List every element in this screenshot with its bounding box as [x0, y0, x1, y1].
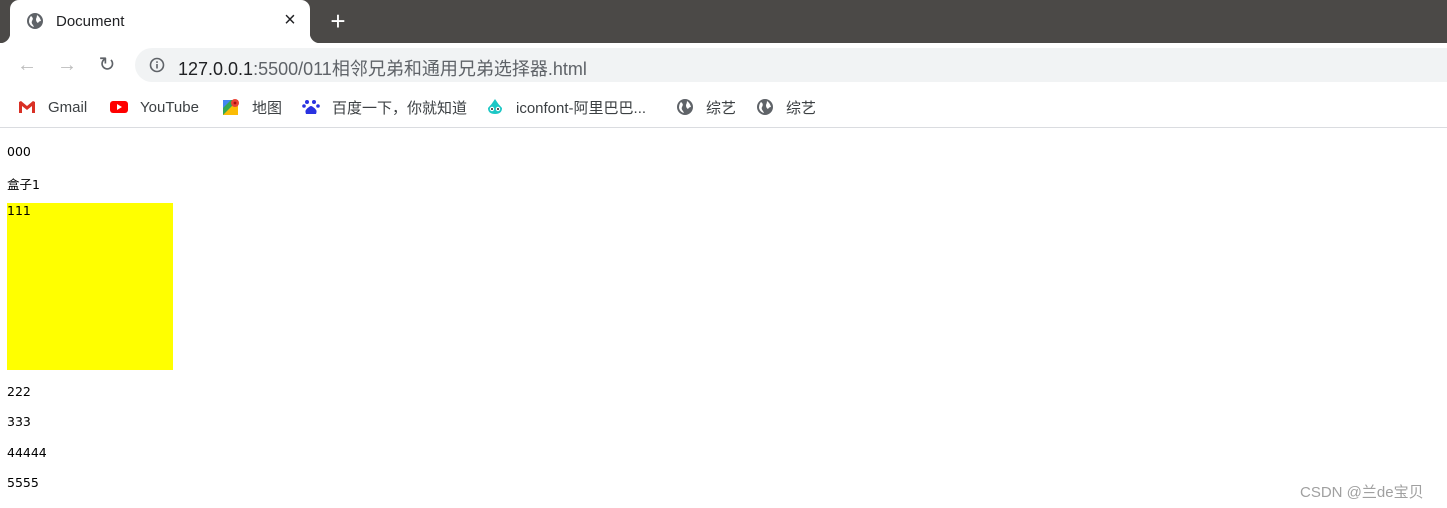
text-111: 111 [7, 203, 31, 218]
forward-button[interactable]: → [54, 52, 80, 78]
globe-icon [27, 13, 43, 29]
reload-button[interactable]: ↻ [94, 52, 120, 78]
text-222: 222 [7, 384, 31, 399]
toolbar: ← → ↻ 127.0.0.1:5500/011相邻兄弟和通用兄弟选择器.htm… [0, 43, 1447, 87]
baidu-icon [302, 100, 320, 114]
info-icon[interactable] [149, 57, 165, 73]
new-tab-button[interactable]: + [326, 8, 350, 34]
text-box1: 盒子1 [7, 177, 40, 192]
yellow-box: 111 [7, 203, 173, 370]
bookmark-maps[interactable]: 地图 [222, 96, 282, 118]
page-content: 000 盒子1 111 222 333 44444 5555 CSDN @兰de… [0, 129, 1447, 508]
globe-icon [757, 99, 773, 115]
text-5555: 5555 [7, 475, 39, 490]
gmail-icon [19, 101, 35, 113]
bookmarks-bar: Gmail YouTube 地图 百度一下，你就知道 iconfont-阿里巴巴… [0, 87, 1447, 128]
bookmark-baidu[interactable]: 百度一下，你就知道 [302, 96, 467, 118]
youtube-icon [110, 101, 128, 113]
text-333: 333 [7, 414, 31, 429]
bookmark-zongyi-1[interactable]: 综艺 [676, 96, 736, 118]
globe-icon [677, 99, 693, 115]
close-tab-icon[interactable]: × [280, 10, 300, 30]
maps-icon [223, 99, 239, 115]
tab-document[interactable]: Document × [0, 0, 320, 43]
back-button[interactable]: ← [14, 52, 40, 78]
url-host: 127.0.0.1 [178, 59, 254, 79]
text-000: 000 [7, 144, 31, 159]
text-44444: 44444 [7, 445, 47, 460]
address-bar[interactable]: 127.0.0.1:5500/011相邻兄弟和通用兄弟选择器.html [135, 48, 1447, 82]
tab-strip: Document × + [0, 0, 1447, 43]
bookmark-gmail[interactable]: Gmail [18, 96, 87, 118]
iconfont-icon [488, 99, 502, 114]
bookmark-iconfont[interactable]: iconfont-阿里巴巴... [486, 96, 646, 118]
bookmark-youtube[interactable]: YouTube [110, 96, 199, 118]
bookmark-zongyi-2[interactable]: 综艺 [756, 96, 816, 118]
url-text[interactable]: 127.0.0.1:5500/011相邻兄弟和通用兄弟选择器.html [178, 55, 587, 81]
tab-title: Document [56, 13, 125, 30]
watermark: CSDN @兰de宝贝 [1300, 484, 1424, 501]
url-path: :5500/011相邻兄弟和通用兄弟选择器.html [253, 59, 587, 79]
